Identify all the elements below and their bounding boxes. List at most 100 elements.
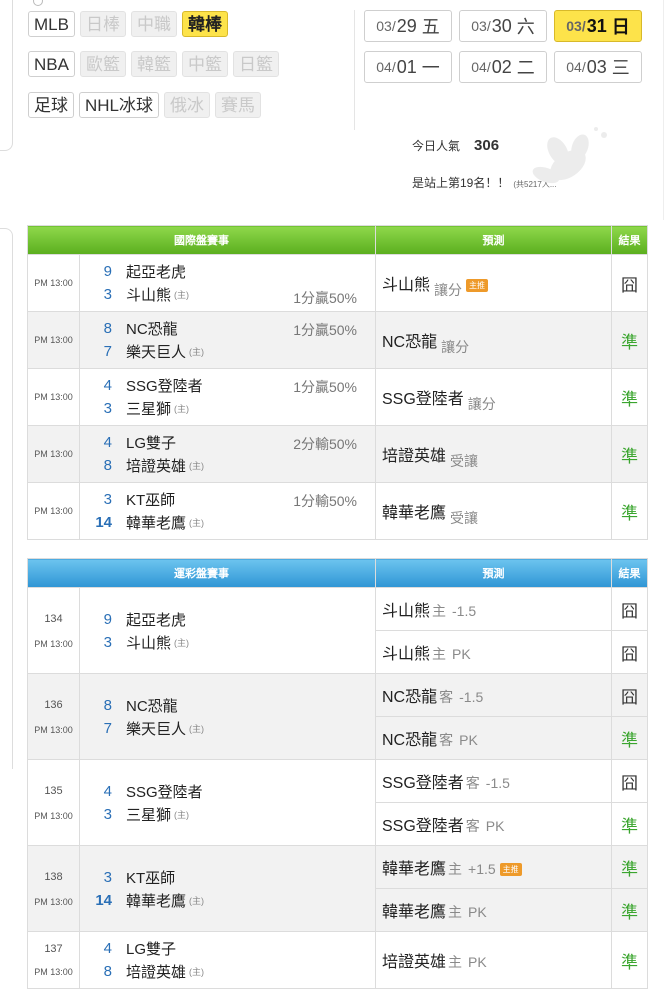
game-time: PM 13:00	[34, 967, 73, 977]
sport-tab[interactable]: 韓棒	[181, 11, 228, 37]
matchup-cell: 4 LG雙子 8 培證英雄 (主) 2分輸50%	[79, 425, 376, 483]
home-score: 7	[103, 719, 112, 737]
intl-pred-header: 預測	[375, 225, 612, 255]
home-team-name: 韓華老鷹	[126, 892, 187, 910]
prediction-cell: 韓華老鷹主 +1.5 主推	[375, 845, 612, 889]
handicap-odds: 1分贏50%	[293, 290, 357, 306]
prediction-type: 讓分	[441, 339, 470, 355]
date-option[interactable]: 04/02 二	[459, 51, 547, 83]
matchup-cell: 4 SSG登陸者 3 三星獅 (主) 1分贏50%	[79, 368, 376, 426]
team-home: 3 三星獅 (主)	[80, 803, 375, 826]
result-mark: 準	[611, 311, 648, 369]
sport-tab[interactable]: NBA	[28, 51, 75, 77]
date-option[interactable]: 03/31 日	[554, 10, 642, 42]
prediction-side: 客	[439, 732, 454, 748]
team-away: 4 LG雙子	[80, 937, 375, 960]
date-option[interactable]: 04/01 一	[364, 51, 452, 83]
prediction-type: 讓分	[467, 396, 496, 412]
date-option[interactable]: 03/30 六	[459, 10, 547, 42]
date-weekday: 五	[421, 17, 440, 37]
team-home: 3 三星獅 (主)	[80, 397, 375, 420]
team-home: 8 培證英雄 (主)	[80, 960, 375, 983]
game-time: PM 13:00	[34, 638, 73, 649]
game-time: PM 13:00	[27, 311, 80, 369]
table-row: PM 13:00 3 KT巫師 14 韓華老鷹 (主) 1分輸50% 韓華老鷹 受讓準	[27, 482, 648, 540]
sport-tab: 日籃	[232, 51, 279, 77]
result-mark: 囧	[611, 587, 648, 631]
handicap-odds: 1分贏50%	[293, 322, 357, 338]
away-team-name: SSG登陸者	[126, 378, 203, 395]
game-time: PM 13:00	[34, 724, 73, 735]
divider	[354, 10, 355, 130]
predicted-team: 韓華老鷹	[382, 904, 447, 921]
result-mark: 準	[611, 802, 648, 846]
date-option[interactable]: 03/29 五	[364, 10, 452, 42]
home-marker: (主)	[174, 637, 190, 648]
date-weekday: 日	[611, 17, 630, 37]
handicap-odds: 1分贏50%	[293, 379, 357, 395]
prediction-side: 客	[439, 689, 454, 705]
prediction-side: 客	[465, 775, 480, 791]
home-score: 3	[103, 400, 112, 417]
away-team-name: LG雙子	[126, 941, 177, 958]
featured-pick-badge: 主推	[466, 279, 489, 292]
date-month: 04/	[566, 59, 586, 75]
sport-tab[interactable]: NHL冰球	[79, 92, 160, 118]
popularity-stat: 今日人氣 306	[412, 137, 499, 154]
matchup-cell: 4 SSG登陸者 3 三星獅 (主)	[79, 759, 376, 846]
prediction-cell: 斗山熊主 PK	[375, 630, 612, 674]
table-row: PM 13:00 9 起亞老虎 3 斗山熊 (主) 1分贏50% 斗山熊 讓分 主推囧	[27, 254, 648, 312]
game-id-time: 136 PM 13:00	[27, 673, 80, 760]
home-team-name: 培證英雄	[126, 458, 187, 475]
date-option[interactable]: 04/03 三	[554, 51, 642, 83]
away-team-name: 起亞老虎	[126, 611, 187, 629]
game-id: 136	[44, 698, 63, 711]
sport-tab: 賽馬	[215, 92, 262, 118]
prediction-line: -1.5	[452, 603, 477, 619]
home-marker: (主)	[189, 723, 205, 734]
game-time: PM 13:00	[27, 482, 80, 540]
team-home: 7 樂天巨人 (主)	[80, 340, 375, 363]
prediction-side: 主	[448, 861, 463, 877]
home-score: 8	[103, 457, 112, 474]
table-row: 137 PM 13:00 4 LG雙子 8 培證英雄 (主) 培證英雄主 PK 準	[27, 931, 648, 989]
prediction-side: 主	[432, 603, 447, 619]
table-row: 135 PM 13:00 4 SSG登陸者 3 三星獅 (主) SSG登陸者客 -1.5 囧	[27, 759, 648, 846]
result-mark: 準	[611, 368, 648, 426]
prediction-cell: 韓華老鷹主 PK	[375, 888, 612, 932]
matchup-cell: 9 起亞老虎 3 斗山熊 (主)	[79, 587, 376, 674]
prediction-side: 主	[448, 954, 463, 970]
game-time: PM 13:00	[27, 254, 80, 312]
sport-tab[interactable]: 足球	[28, 92, 74, 118]
away-team-name: SSG登陸者	[126, 783, 203, 801]
table-row: 134 PM 13:00 9 起亞老虎 3 斗山熊 (主) 斗山熊主 -1.5 囧	[27, 587, 648, 674]
team-home: 3 斗山熊 (主)	[80, 631, 375, 654]
prediction-line: PK	[485, 818, 505, 834]
predicted-team: 斗山熊	[382, 277, 431, 294]
away-score: 4	[103, 377, 112, 394]
home-team-name: 培證英雄	[126, 964, 187, 981]
lottery-result-header: 結果	[611, 558, 648, 588]
home-marker: (主)	[189, 461, 205, 471]
sport-tab: 歐籃	[79, 51, 126, 77]
prediction-line: PK	[468, 904, 487, 920]
prediction-line: -1.5	[459, 689, 484, 705]
home-score: 7	[103, 343, 112, 360]
result-mark: 囧	[611, 759, 648, 803]
prediction-cell: 韓華老鷹 受讓	[375, 482, 612, 540]
date-month: 03/	[376, 18, 396, 34]
date-picker-row: 03/29 五 03/30 六 03/31 日	[364, 10, 654, 42]
prediction-side: 主	[432, 646, 447, 662]
date-month: 03/	[566, 18, 586, 34]
prediction-cell: SSG登陸者 讓分	[375, 368, 612, 426]
away-score: 4	[103, 434, 112, 451]
game-time: PM 13:00	[27, 425, 80, 483]
team-away: 8 NC恐龍	[80, 694, 375, 717]
result-mark: 準	[611, 716, 648, 760]
away-score: 4	[103, 940, 112, 957]
prediction-line: PK	[459, 732, 478, 748]
sport-tab[interactable]: MLB	[28, 11, 75, 37]
prediction-cell: NC恐龍 讓分	[375, 311, 612, 369]
lottery-event-header: 運彩盤賽事	[27, 558, 376, 588]
home-score: 14	[95, 891, 112, 909]
